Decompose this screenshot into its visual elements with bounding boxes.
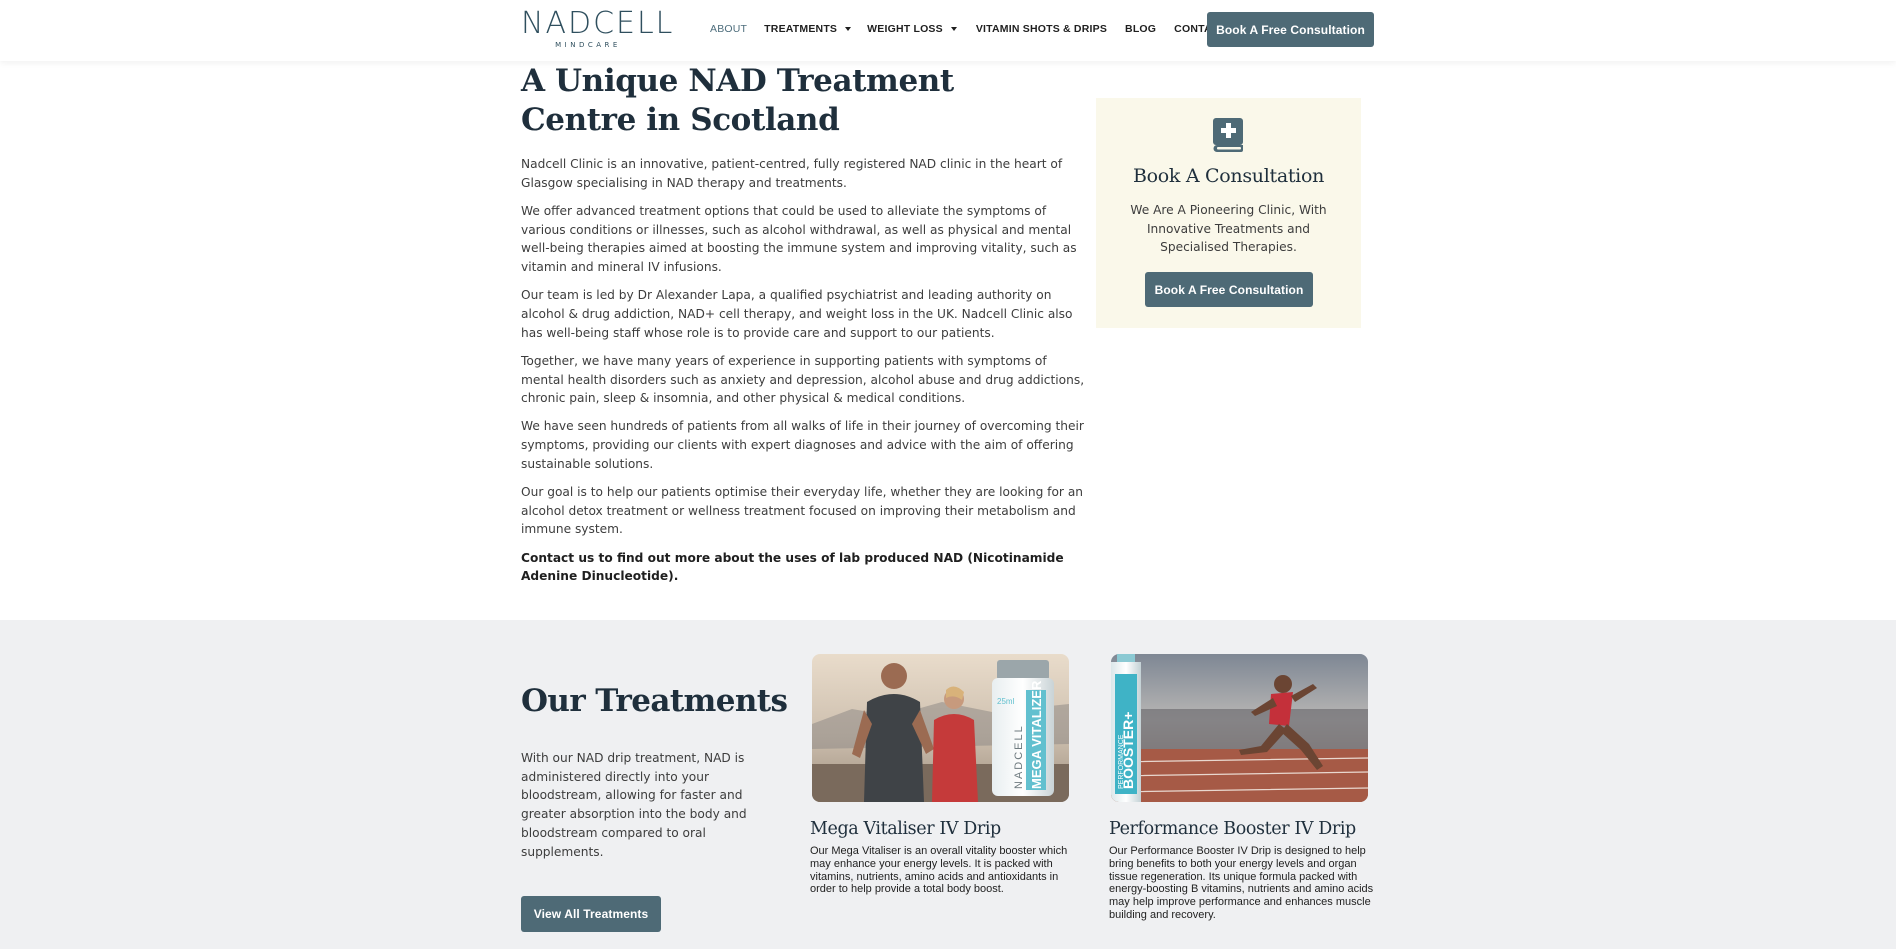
- treatment-card[interactable]: BOOSTER+ PERFORMANCE Performance Booster…: [1109, 654, 1373, 922]
- logo-tagline: MINDCARE: [555, 41, 621, 49]
- nav-weight-loss[interactable]: WEIGHT LOSS: [867, 23, 957, 35]
- about-paragraph: Our goal is to help our patients optimis…: [521, 485, 1084, 537]
- vial-brand-text: NADCELL: [1013, 724, 1025, 789]
- consultation-card-text: We Are A Pioneering Clinic, With Innovat…: [1130, 203, 1327, 254]
- contact-callout: Contact us to find out more about the us…: [521, 550, 1064, 584]
- nav-vitamin-shots[interactable]: VITAMIN SHOTS & DRIPS: [976, 23, 1107, 35]
- main-nav: ABOUT TREATMENTS WEIGHT LOSS VITAMIN SHO…: [710, 23, 1244, 35]
- nav-treatments[interactable]: TREATMENTS: [764, 23, 852, 35]
- nav-blog-label: BLOG: [1125, 23, 1157, 35]
- nav-weight-loss-label: WEIGHT LOSS: [867, 23, 943, 35]
- about-paragraph: Our team is led by Dr Alexander Lapa, a …: [521, 288, 1073, 340]
- medical-book-icon: [1212, 118, 1245, 152]
- mega-vitaliser-image[interactable]: MEGA VITALIZER NADCELL 25ml: [812, 654, 1069, 802]
- bottle-sublabel-text: PERFORMANCE: [1118, 734, 1125, 789]
- treatment-description: Our Performance Booster IV Drip is desig…: [1109, 845, 1374, 921]
- about-paragraph: We have seen hundreds of patients from a…: [521, 419, 1084, 471]
- treatment-card[interactable]: MEGA VITALIZER NADCELL 25ml Mega Vitalis…: [810, 654, 1069, 896]
- site-logo[interactable]: NADCELL MINDCARE: [521, 6, 675, 50]
- about-paragraph: Nadcell Clinic is an innovative, patient…: [521, 157, 1063, 190]
- treatments-title: Our Treatments: [521, 683, 788, 719]
- view-all-treatments-button[interactable]: View All Treatments: [521, 896, 661, 932]
- consultation-card-title: Book A Consultation: [1132, 165, 1325, 187]
- performance-booster-image[interactable]: BOOSTER+ PERFORMANCE: [1111, 654, 1368, 802]
- card-consultation-button[interactable]: Book A Free Consultation: [1145, 272, 1313, 307]
- consultation-card: Book A Consultation We Are A Pioneering …: [1096, 98, 1361, 328]
- treatment-name[interactable]: Mega Vitaliser IV Drip: [810, 819, 1069, 839]
- about-paragraph: We offer advanced treatment options that…: [521, 203, 1077, 275]
- nav-about[interactable]: ABOUT: [710, 23, 747, 35]
- vial-volume-text: 25ml: [997, 697, 1015, 706]
- treatment-name[interactable]: Performance Booster IV Drip: [1109, 819, 1368, 839]
- chevron-down-icon: [845, 27, 852, 31]
- about-content: Nadcell Clinic is an innovative, patient…: [521, 155, 1086, 596]
- treatment-description: Our Mega Vitaliser is an overall vitalit…: [810, 845, 1068, 896]
- vial-label-text: MEGA VITALIZER: [1029, 680, 1044, 789]
- nav-vitamin-shots-label: VITAMIN SHOTS & DRIPS: [975, 23, 1108, 35]
- chevron-down-icon: [950, 27, 957, 31]
- header-consultation-button[interactable]: Book A Free Consultation: [1207, 12, 1374, 47]
- nav-blog[interactable]: BLOG: [1125, 23, 1156, 35]
- about-paragraph: Together, we have many years of experien…: [521, 353, 1085, 406]
- nav-about-label: ABOUT: [710, 23, 748, 35]
- site-header: NADCELL MINDCARE ABOUT TREATMENTS WEIGHT…: [0, 0, 1896, 61]
- page-title: A Unique NAD Treatment Centre in Scotlan…: [521, 63, 954, 138]
- nav-treatments-label: TREATMENTS: [764, 23, 838, 35]
- logo-wordmark: NADCELL: [521, 6, 675, 41]
- treatments-intro: With our NAD drip treatment, NAD is admi…: [521, 751, 747, 859]
